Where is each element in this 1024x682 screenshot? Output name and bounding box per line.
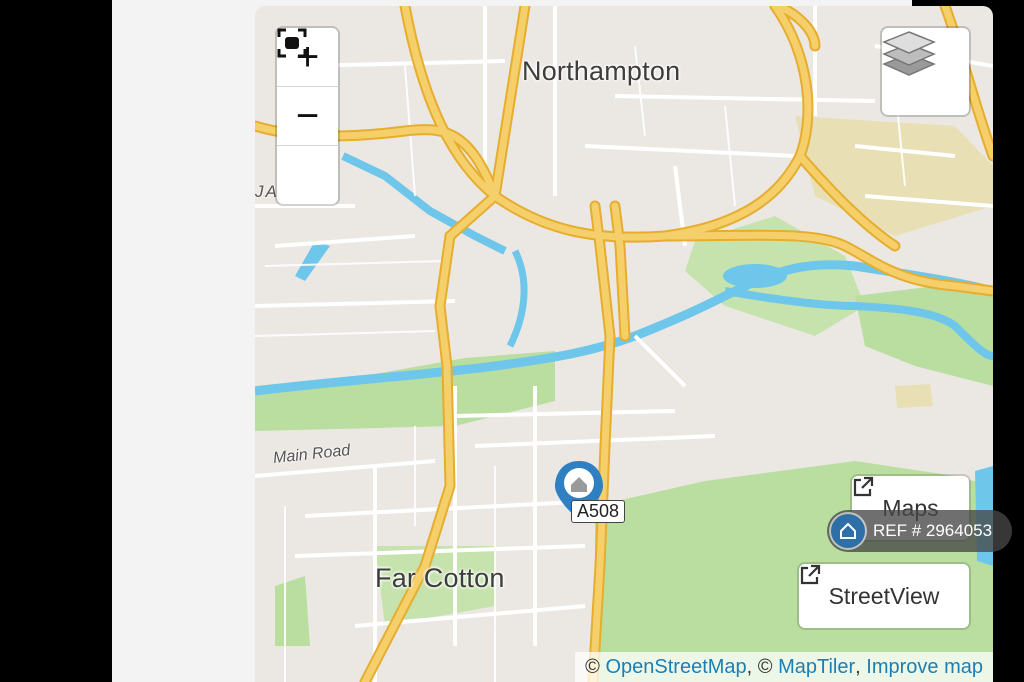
- map-attribution: © OpenStreetMap, © MapTiler, Improve map: [575, 652, 993, 682]
- zoom-out-button[interactable]: −: [277, 87, 338, 146]
- osm-link[interactable]: OpenStreetMap: [605, 656, 746, 679]
- ref-badge: REF # 2964053: [827, 510, 1012, 552]
- copyright-symbol: ©: [585, 655, 600, 678]
- ref-text: REF # 2964053: [873, 521, 993, 540]
- place-label-far-cotton: Far Cotton: [375, 563, 505, 593]
- layers-icon: [882, 31, 936, 76]
- road-shield-a508: A508: [571, 500, 626, 523]
- place-label-northampton: Northampton: [522, 56, 681, 86]
- external-link-icon: [800, 564, 821, 585]
- map-canvas[interactable]: Northampton Far Cotton Main Road JA END …: [255, 6, 993, 682]
- streetview-button-label: StreetView: [828, 582, 940, 609]
- streetview-button[interactable]: StreetView: [799, 564, 969, 628]
- fullscreen-button[interactable]: [277, 28, 338, 204]
- zoom-control: + −: [277, 28, 338, 204]
- layers-button[interactable]: [882, 28, 969, 115]
- improve-map-link[interactable]: Improve map: [866, 656, 983, 679]
- maptiler-link[interactable]: MapTiler: [778, 656, 855, 679]
- attribution-separator: ,: [855, 655, 861, 678]
- map-panel: Northampton Far Cotton Main Road JA END …: [112, 0, 993, 682]
- attribution-separator: , ©: [746, 655, 773, 678]
- external-link-icon: [853, 476, 874, 497]
- fullscreen-icon: [277, 28, 307, 58]
- home-icon: [831, 514, 865, 548]
